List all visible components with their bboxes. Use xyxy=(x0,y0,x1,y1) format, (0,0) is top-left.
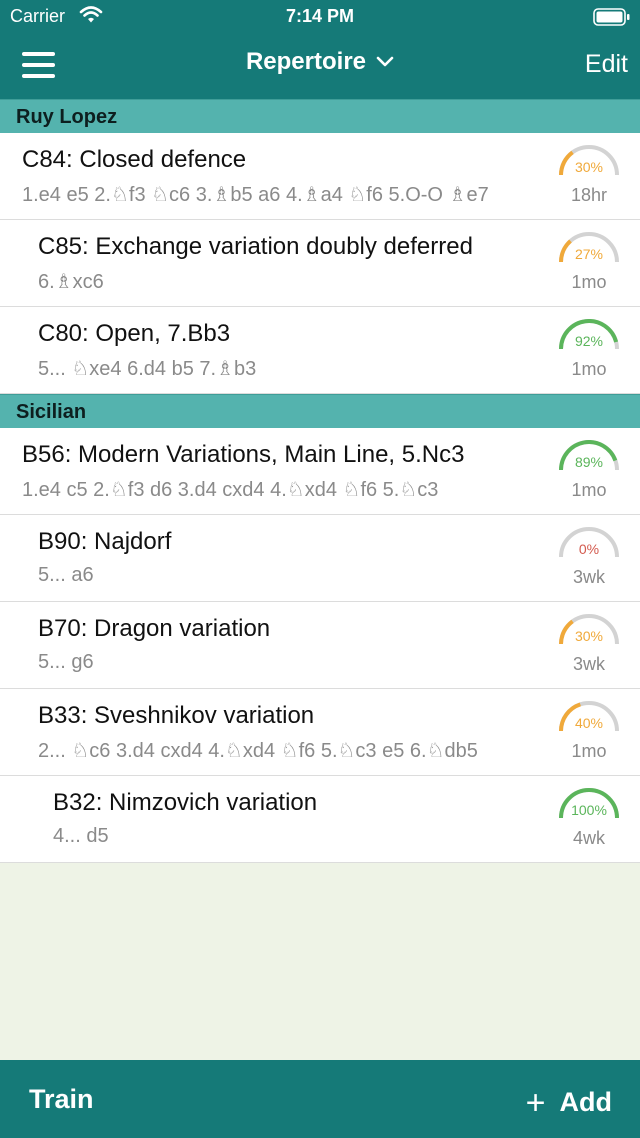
opening-moves: 5... a6 xyxy=(38,564,94,586)
section-header: Ruy Lopez xyxy=(0,99,640,133)
opening-moves: 1.e4 c5 2.♘f3 d6 3.d4 cxd4 4.♘xd4 ♘f6 5.… xyxy=(22,479,439,501)
opening-moves: 5... g6 xyxy=(38,651,94,673)
review-age: 1mo xyxy=(571,359,607,379)
progress-gauge: 30% xyxy=(559,145,619,175)
opening-moves: 5... ♘xe4 6.d4 b5 7.♗b3 xyxy=(38,358,257,380)
opening-row[interactable]: B56: Modern Variations, Main Line, 5.Nc3… xyxy=(0,428,640,515)
progress-gauge: 89% xyxy=(559,440,619,470)
progress-percent: 30% xyxy=(574,159,604,175)
progress-percent: 89% xyxy=(574,454,604,470)
opening-title: B32: Nimzovich variation xyxy=(53,789,318,816)
review-age: 1mo xyxy=(571,741,607,761)
opening-row[interactable]: C84: Closed defence 1.e4 e5 2.♘f3 ♘c6 3.♗… xyxy=(0,133,640,220)
opening-title: B90: Najdorf xyxy=(38,528,172,555)
progress-percent: 27% xyxy=(574,246,604,262)
plus-icon: + xyxy=(525,1084,546,1122)
review-age: 1mo xyxy=(571,480,607,500)
empty-area xyxy=(0,864,640,1060)
progress-percent: 0% xyxy=(578,541,600,557)
status-time: 7:14 PM xyxy=(285,6,355,26)
progress-gauge: 27% xyxy=(559,232,619,262)
opening-title: C80: Open, 7.Bb3 xyxy=(38,320,231,347)
add-button[interactable]: + Add xyxy=(526,1084,612,1123)
review-age: 3wk xyxy=(572,567,605,587)
progress-percent: 30% xyxy=(574,628,604,644)
progress-gauge: 0% xyxy=(559,527,619,557)
battery-icon xyxy=(593,8,630,26)
review-age: 1mo xyxy=(571,272,607,292)
progress-percent: 100% xyxy=(571,802,607,818)
progress-gauge: 40% xyxy=(559,701,619,731)
opening-moves: 4... d5 xyxy=(53,825,109,847)
progress-gauge: 100% xyxy=(559,788,619,818)
page-title: Repertoire xyxy=(245,48,367,75)
opening-title: B33: Sveshnikov variation xyxy=(38,702,315,729)
progress-gauge: 30% xyxy=(559,614,619,644)
repertoire-selector[interactable]: Repertoire xyxy=(0,48,640,76)
opening-row[interactable]: B33: Sveshnikov variation 2... ♘c6 3.d4 c… xyxy=(0,689,640,776)
review-age: 18hr xyxy=(570,185,608,205)
chevron-down-icon xyxy=(376,56,394,67)
progress-percent: 40% xyxy=(574,715,604,731)
opening-title: B70: Dragon variation xyxy=(38,615,271,642)
edit-button[interactable]: Edit xyxy=(585,50,628,79)
progress-gauge: 92% xyxy=(559,319,619,349)
opening-title: B56: Modern Variations, Main Line, 5.Nc3 xyxy=(22,441,465,468)
section-header: Sicilian xyxy=(0,394,640,428)
footer-toolbar: Train + Add xyxy=(0,1060,640,1138)
train-button[interactable]: Train xyxy=(29,1084,94,1115)
header: Carrier 7:14 PM Repertoire Edit xyxy=(0,0,640,99)
status-bar: Carrier 7:14 PM xyxy=(0,0,640,34)
progress-percent: 92% xyxy=(574,333,604,349)
opening-title: C84: Closed defence xyxy=(22,146,247,173)
opening-row[interactable]: C85: Exchange variation doubly deferred 6… xyxy=(0,220,640,307)
opening-moves: 2... ♘c6 3.d4 cxd4 4.♘xd4 ♘f6 5.♘c3 e5 6… xyxy=(38,740,478,762)
opening-title: C85: Exchange variation doubly deferred xyxy=(38,233,473,260)
review-age: 4wk xyxy=(572,828,605,848)
opening-moves: 6.♗xc6 xyxy=(38,271,104,293)
add-label: Add xyxy=(559,1087,612,1117)
opening-row[interactable]: B32: Nimzovich variation 4... d5 100% 4wk xyxy=(0,776,640,863)
nav-bar: Repertoire Edit xyxy=(0,34,640,99)
review-age: 3wk xyxy=(572,654,605,674)
opening-row[interactable]: B90: Najdorf 5... a6 0% 3wk xyxy=(0,515,640,602)
opening-moves: 1.e4 e5 2.♘f3 ♘c6 3.♗b5 a6 4.♗a4 ♘f6 5.O… xyxy=(22,184,489,206)
opening-row[interactable]: C80: Open, 7.Bb3 5... ♘xe4 6.d4 b5 7.♗b3 9… xyxy=(0,307,640,394)
opening-row[interactable]: B70: Dragon variation 5... g6 30% 3wk xyxy=(0,602,640,689)
